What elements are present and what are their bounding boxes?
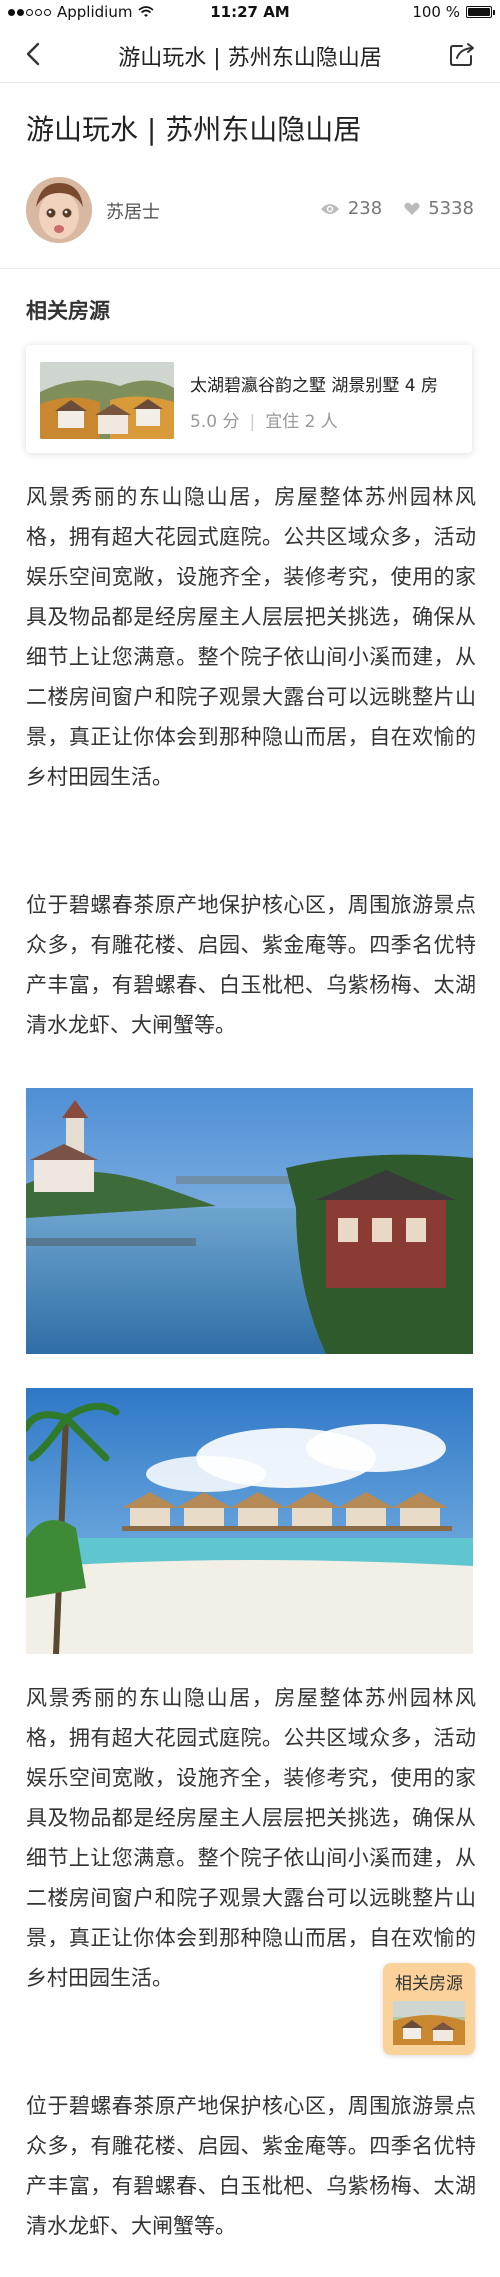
floating-related-thumbnail (393, 2001, 465, 2045)
lake-village-photo (26, 1088, 473, 1354)
listing-capacity: 宜住 2 人 (265, 412, 338, 432)
related-section-title: 相关房源 (26, 299, 110, 323)
article-paragraph: 风景秀丽的东山隐山居，房屋整体苏州园林风格，拥有超大花园式庭院。公共区域众多，活… (26, 1686, 476, 1990)
battery-icon (466, 6, 495, 18)
article-paragraph: 位于碧螺春茶原产地保护核心区，周围旅游景点众多，有雕花楼、启园、紫金庵等。四季名… (26, 2094, 476, 2238)
heart-icon (404, 202, 420, 215)
status-right: 100 % (412, 3, 495, 21)
meta-divider: | (249, 412, 256, 432)
views-stat: 238 (320, 198, 382, 219)
article-stats: 238 5338 (298, 198, 474, 219)
floating-related-button[interactable]: 相关房源 (383, 1963, 475, 2055)
listing-meta: 5.0 分 | 宜住 2 人 (190, 407, 338, 432)
likes-stat[interactable]: 5338 (404, 198, 474, 219)
nav-bar: 游山玩水 | 苏州东山隐山居 (0, 26, 500, 83)
eye-icon (320, 203, 339, 214)
author-name[interactable]: 苏居士 (106, 198, 160, 224)
article-title: 游山玩水 | 苏州东山隐山居 (26, 113, 362, 146)
nav-title: 游山玩水 | 苏州东山隐山居 (118, 46, 382, 71)
listing-card[interactable]: 太湖碧瀛谷韵之墅 湖景别墅 4 房 5.0 分 | 宜住 2 人 (26, 345, 472, 453)
likes-count: 5338 (428, 198, 474, 219)
beach-bungalow-photo (26, 1388, 473, 1654)
listing-rating: 5.0 分 (190, 412, 240, 432)
listing-name: 太湖碧瀛谷韵之墅 湖景别墅 4 房 (190, 376, 439, 396)
listing-thumbnail (40, 362, 174, 439)
chevron-left-icon[interactable] (22, 42, 46, 66)
share-icon[interactable] (448, 40, 476, 68)
avatar[interactable] (26, 177, 92, 243)
author-row: 苏居士 238 5338 (0, 168, 500, 269)
status-bar: Applidium 11:27 AM 100 % (0, 0, 500, 26)
article-paragraph: 风景秀丽的东山隐山居，房屋整体苏州园林风格，拥有超大花园式庭院。公共区域众多，活… (26, 485, 476, 789)
floating-related-label: 相关房源 (395, 1974, 463, 1994)
article-paragraph: 位于碧螺春茶原产地保护核心区，周围旅游景点众多，有雕花楼、启园、紫金庵等。四季名… (26, 893, 476, 1037)
views-count: 238 (347, 198, 383, 219)
battery-percent: 100 % (412, 3, 460, 21)
